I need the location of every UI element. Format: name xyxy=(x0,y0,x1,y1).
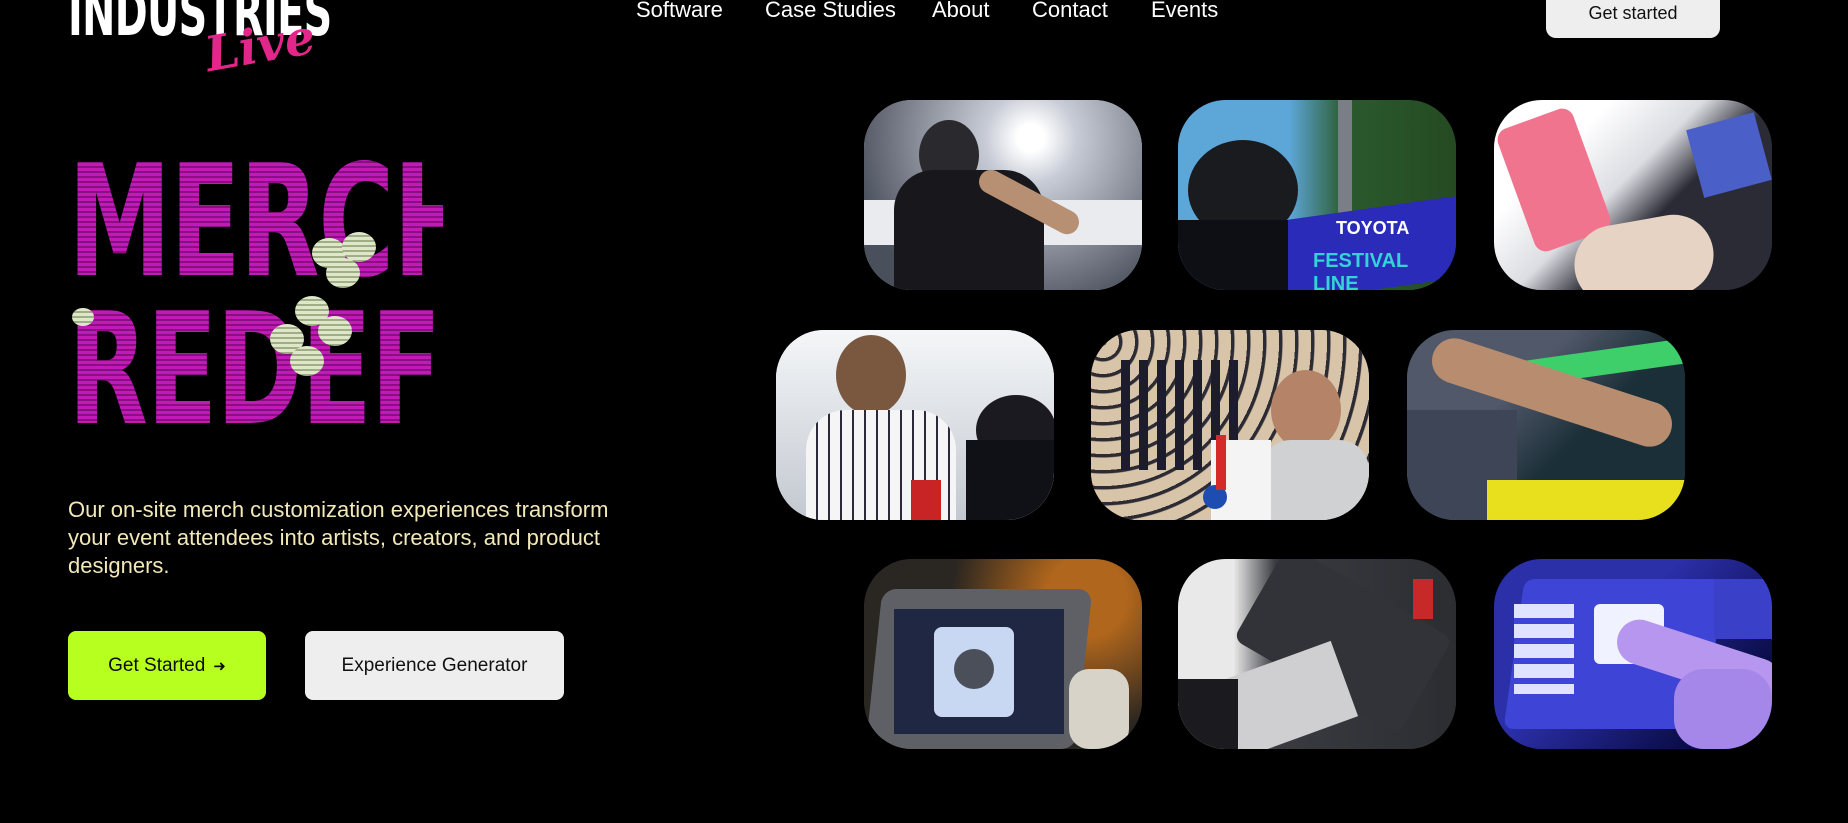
flower-decoration xyxy=(72,308,102,338)
flower-decoration xyxy=(312,232,382,288)
gallery-photo-2: TOYOTA FESTIVAL LINE xyxy=(1178,100,1456,290)
gallery-photo-3 xyxy=(1494,100,1772,290)
tile-sign-text: TOYOTA xyxy=(1336,218,1410,238)
gallery-photo-9 xyxy=(1494,559,1772,749)
hero-description: Our on-site merch customization experien… xyxy=(68,497,609,578)
nav-software[interactable]: Software xyxy=(636,0,723,23)
gallery-photo-7 xyxy=(864,559,1142,749)
flower-decoration xyxy=(270,296,370,376)
get-started-label: Get Started xyxy=(108,654,206,676)
gallery-photo-8 xyxy=(1178,559,1456,749)
headline-line-1: MERCH xyxy=(68,131,480,312)
nav-case-studies[interactable]: Case Studies xyxy=(765,0,896,23)
nav-contact[interactable]: Contact xyxy=(1032,0,1108,23)
nav-about[interactable]: About xyxy=(932,0,990,23)
arrow-right-icon: ➜ xyxy=(213,657,226,675)
gallery-photo-6 xyxy=(1407,330,1685,520)
gallery-photo-4 xyxy=(776,330,1054,520)
tile-sign-subtext: FESTIVAL LINE xyxy=(1313,250,1408,290)
headline-line-2: REDEFINED xyxy=(68,279,719,460)
brand-logo[interactable]: INDUSTRIES Live xyxy=(68,0,332,87)
nav-events[interactable]: Events xyxy=(1151,0,1218,23)
gallery-photo-1 xyxy=(864,100,1142,290)
experience-generator-button[interactable]: Experience Generator xyxy=(305,631,564,700)
gallery-photo-5 xyxy=(1091,330,1369,520)
header-get-started-button[interactable]: Get started xyxy=(1546,0,1720,38)
get-started-button[interactable]: Get Started ➜ xyxy=(68,631,266,700)
